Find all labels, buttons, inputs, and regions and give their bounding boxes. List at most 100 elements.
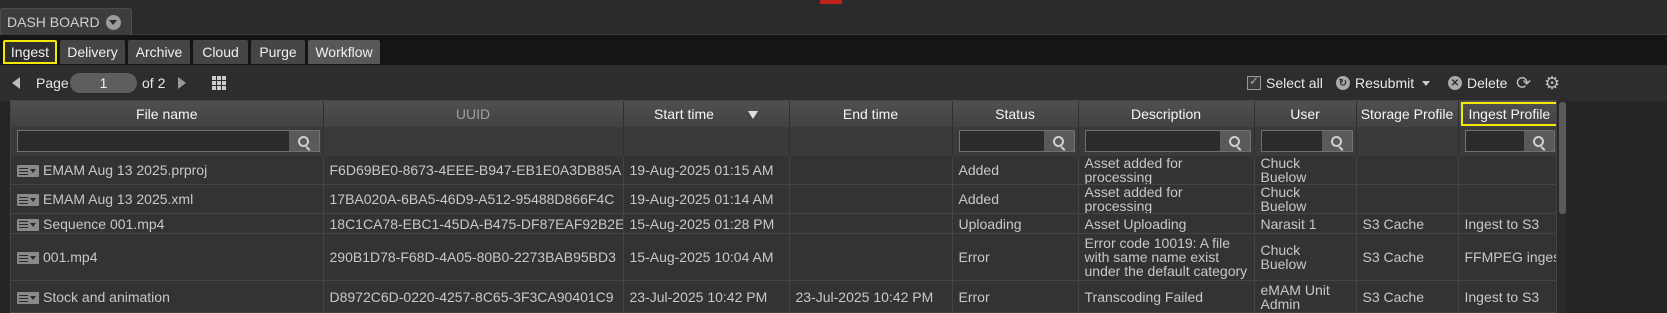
col-header-uuid[interactable]: UUID [323,101,624,127]
cell-text: Stock and animation [43,289,170,305]
tab-cloud[interactable]: Cloud [193,40,248,64]
search-icon[interactable] [1523,131,1554,151]
col-header-user[interactable]: User [1254,101,1357,127]
search-icon[interactable] [1219,131,1250,151]
grid-view-icon[interactable] [212,65,226,101]
delete-button[interactable]: ✕ Delete [1448,65,1507,101]
tab-delivery[interactable]: Delivery [60,40,125,64]
cell-text: 19-Aug-2025 01:15 AM [629,162,774,178]
cell-text: 001.mp4 [43,249,98,265]
resubmit-button[interactable]: ↻ Resubmit [1336,65,1431,101]
cell-status: Error [952,280,1079,312]
cell-text: S3 Cache [1362,249,1424,265]
cell-end-time [789,184,953,214]
user-filter-input[interactable] [1260,130,1353,152]
cell-text: S3 Cache [1362,215,1424,232]
cell-text: Added [958,191,999,207]
cell-ingest-profile: Ingest to S3 [1458,280,1556,312]
cell-file-name: EMAM Aug 13 2025.prproj [11,156,324,185]
delete-label: Delete [1467,75,1508,91]
cell-text: 23-Jul-2025 10:42 PM [795,289,934,305]
description-filter-input[interactable] [1084,130,1251,152]
cell-status: Added [952,156,1079,185]
cell-file-name: Stock and animation [11,280,324,312]
table-row[interactable]: EMAM Aug 13 2025.prproj F6D69BE0-8673-4EE… [11,156,1556,185]
dropdown-icon[interactable] [105,14,121,30]
refresh-icon[interactable]: ⟳ [1516,65,1531,101]
cell-storage-profile: S3 Cache [1356,213,1459,234]
cell-text: Uploading [958,215,1022,232]
col-header-status[interactable]: Status [952,101,1079,127]
tab-ingest[interactable]: Ingest [3,40,57,64]
tab-purge[interactable]: Purge [251,40,305,64]
next-page-icon[interactable] [178,65,186,101]
tab-archive[interactable]: Archive [128,40,190,64]
resubmit-label: Resubmit [1355,75,1415,91]
search-icon[interactable] [1043,131,1074,151]
filter-cell [1458,127,1556,156]
sort-desc-icon[interactable] [747,111,758,120]
filter-cell [789,127,953,156]
gear-icon[interactable]: ⚙ [1544,65,1560,101]
cell-uuid: 18C1CA78-EBC1-45DA-B475-DF87EAF92B2E [323,213,624,234]
col-header-file-name[interactable]: File name [11,101,324,127]
cell-uuid: 290B1D78-F68D-4A05-80B0-2273BAB95BD3 [323,233,624,281]
cell-text: S3 Cache [1362,289,1424,305]
cell-text: 19-Aug-2025 01:14 AM [629,191,774,207]
cell-start-time: 19-Aug-2025 01:15 AM [623,156,790,185]
col-header-ingest-profile[interactable]: Ingest Profile [1458,101,1556,127]
cell-text: Transcoding Failed [1084,289,1204,305]
cell-description: Error code 10019: A file with same name … [1078,233,1255,281]
cell-user: Chuck Buelow [1254,184,1357,214]
cell-text: D8972C6D-0220-4257-8C65-3F3CA90401C9 [329,289,614,305]
cell-description: Asset added for processing [1078,156,1255,185]
cell-uuid: D8972C6D-0220-4257-8C65-3F3CA90401C9 [323,280,624,312]
filter-cell [1078,127,1255,156]
prev-page-icon[interactable] [12,65,20,101]
search-icon[interactable] [1321,131,1352,151]
search-icon[interactable] [288,131,319,151]
file-name-filter-input[interactable] [17,130,320,152]
cell-end-time [789,233,953,281]
table-row[interactable]: Sequence 001.mp4 18C1CA78-EBC1-45DA-B475-… [11,213,1556,234]
ingest-profile-filter-input[interactable] [1464,130,1555,152]
col-header-description[interactable]: Description [1078,101,1255,127]
cell-start-time: 15-Aug-2025 01:28 PM [623,213,790,234]
vertical-scrollbar[interactable] [1558,100,1567,313]
col-header-storage-profile[interactable]: Storage Profile [1356,101,1459,127]
col-header-end-time[interactable]: End time [789,101,953,127]
table-row[interactable]: Stock and animation D8972C6D-0220-4257-8C… [11,280,1556,312]
cell-ingest-profile: FFMPEG ingest [1458,233,1556,281]
scrollbar-thumb[interactable] [1559,102,1566,214]
page-number-input[interactable]: 1 [70,73,137,93]
cell-text: 15-Aug-2025 10:04 AM [629,249,774,265]
cell-text: Narasit 1 [1260,215,1317,232]
dashboard-tab[interactable]: DASH BOARD [0,8,132,35]
row-menu-icon[interactable] [17,252,39,265]
tab-workflow[interactable]: Workflow [308,40,380,64]
cell-text: Asset added for processing [1084,156,1183,185]
cell-text: Ingest to S3 [1464,215,1540,232]
table-row[interactable]: EMAM Aug 13 2025.xml 17BA020A-6BA5-46D9-A… [11,184,1556,214]
filter-cell [11,127,324,156]
select-all-button[interactable]: Select all [1247,65,1323,101]
cell-text: EMAM Aug 13 2025.prproj [43,162,208,178]
row-menu-icon[interactable] [17,194,39,207]
col-header-start-time[interactable]: Start time [623,101,790,127]
cell-description: Transcoding Failed [1078,280,1255,312]
cell-text: Sequence 001.mp4 [43,215,165,232]
filter-cell [1356,127,1459,156]
cell-text: Chuck Buelow [1260,156,1307,185]
row-menu-icon[interactable] [17,218,39,231]
status-filter-input[interactable] [958,130,1075,152]
cell-text: 23-Jul-2025 10:42 PM [629,289,768,305]
cell-text: Error [958,289,990,305]
cell-storage-profile [1356,156,1459,185]
cell-text: Error [958,249,990,265]
cell-text: Asset added for processing [1084,184,1183,214]
row-menu-icon[interactable] [17,292,39,305]
row-menu-icon[interactable] [17,165,39,178]
table-row[interactable]: 001.mp4 290B1D78-F68D-4A05-80B0-2273BAB95… [11,233,1556,281]
cell-end-time: 23-Jul-2025 10:42 PM [789,280,953,312]
cell-status: Added [952,184,1079,214]
